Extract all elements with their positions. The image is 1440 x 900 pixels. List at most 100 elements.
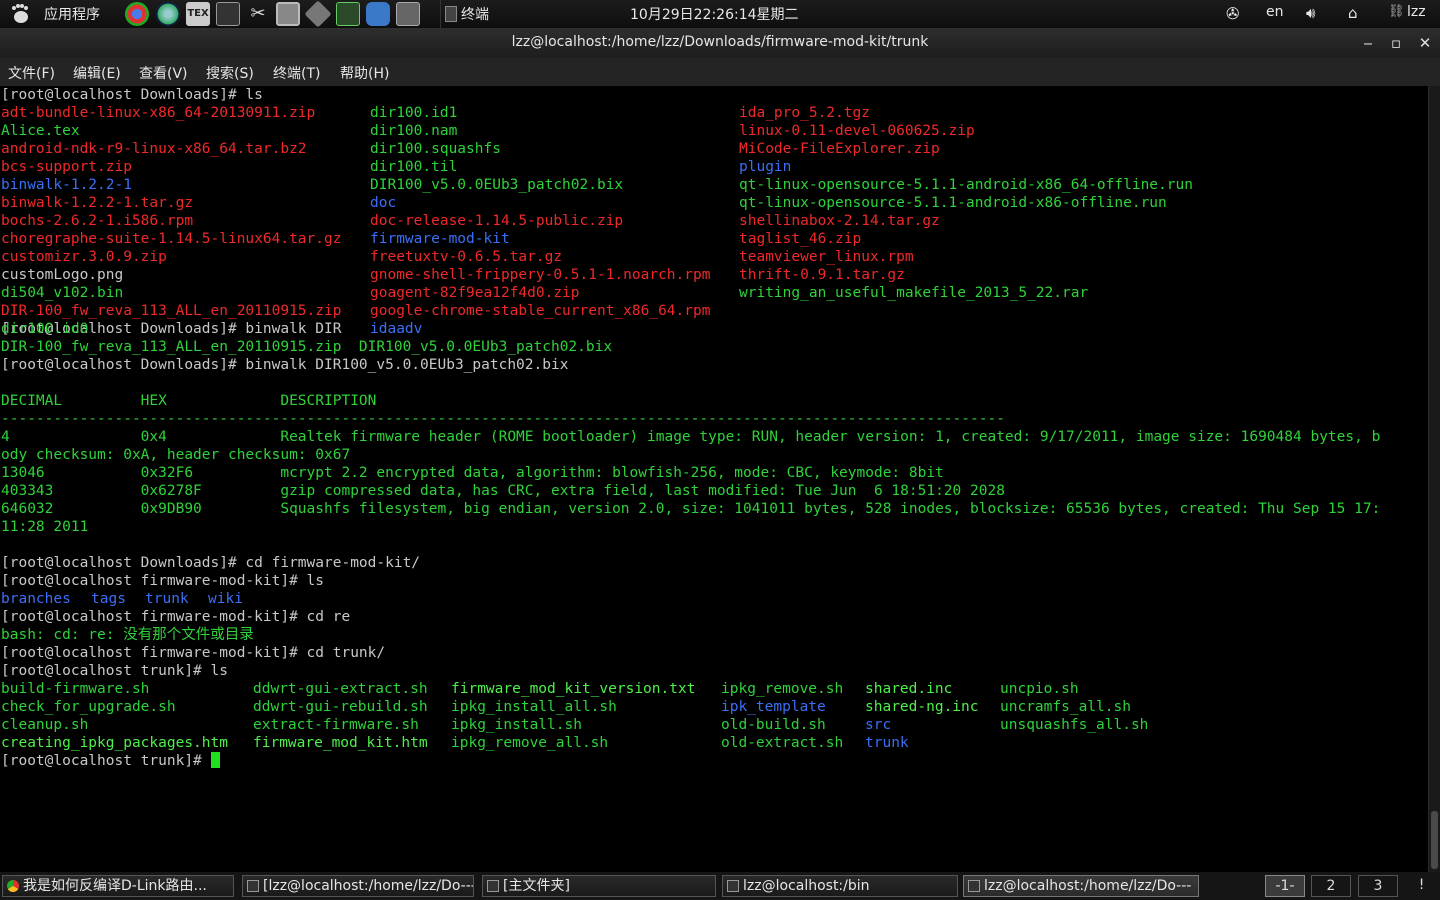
ls-entry: wiki xyxy=(208,591,243,607)
ls-entry: dir100.squashfs xyxy=(370,141,501,157)
ls-entry: qt-linux-opensource-5.1.1-android-x86-of… xyxy=(739,195,1167,211)
disk-launcher-icon[interactable] xyxy=(276,2,300,26)
taskbar-item-label: [主文件夹] xyxy=(503,878,570,894)
menu-help[interactable]: 帮助(H) xyxy=(340,63,389,83)
terminal-line: 13046 0x32F6 mcrypt 2.2 encrypted data, … xyxy=(1,465,944,481)
menu-search[interactable]: 搜索(S) xyxy=(206,63,254,83)
language-indicator[interactable]: en xyxy=(1266,4,1284,20)
terminal-line: 4 0x4 Realtek firmware header (ROME boot… xyxy=(1,429,1381,445)
terminal-line: [root@localhost trunk]# xyxy=(1,752,220,770)
terminal-line: 11:28 2011 xyxy=(1,519,89,535)
ls-entry: cleanup.sh xyxy=(1,717,89,733)
scrollbar-thumb[interactable] xyxy=(1431,811,1438,869)
screenshot-launcher-icon[interactable] xyxy=(396,2,420,26)
ls-entry: di504_v102.bin xyxy=(1,285,124,301)
ls-entry: idaadv xyxy=(370,321,423,337)
taskbar-item-label: 我是如何反编译D-Link路由... xyxy=(23,878,207,894)
ls-entry: ipkg_remove_all.sh xyxy=(451,735,609,751)
top-panel: 应用程序 TEX ✂ 终端 10月29日22:26:14星期二 ✇ en 🔊︎ … xyxy=(0,0,1440,28)
notification-icon[interactable]: ! xyxy=(1405,875,1438,897)
network-icon[interactable]: ⌂ xyxy=(1348,4,1358,22)
minimize-button[interactable]: ‒ xyxy=(1357,32,1379,54)
ls-entry: teamviewer_linux.rpm xyxy=(739,249,914,265)
menu-view[interactable]: 查看(V) xyxy=(139,63,188,83)
menu-terminal[interactable]: 终端(T) xyxy=(273,63,320,83)
ls-entry: dir100.id1 xyxy=(370,105,458,121)
term-icon xyxy=(247,880,259,892)
terminal-line: [root@localhost firmware-mod-kit]# ls xyxy=(1,573,325,589)
menu-file[interactable]: 文件(F) xyxy=(8,63,55,83)
workspace-switcher-item[interactable]: 3 xyxy=(1358,875,1398,897)
ls-entry: creating_ipkg_packages.htm xyxy=(1,735,228,751)
terminal-view[interactable]: [root@localhost Downloads]# ls [root@loca… xyxy=(0,86,1428,872)
ls-entry: DIR100_v5.0.0EUb3_patch02.bix xyxy=(370,177,624,193)
accessibility-icon[interactable]: ✇ xyxy=(1226,4,1239,23)
ls-entry: tags xyxy=(91,591,126,607)
ls-entry: linux-0.11-devel-060625.zip xyxy=(739,123,975,139)
ls-entry: shared-ng.inc xyxy=(865,699,979,715)
taskbar-item[interactable]: 我是如何反编译D-Link路由... xyxy=(2,875,234,897)
maximize-button[interactable]: ▫ xyxy=(1385,32,1407,54)
terminal-line: 646032 0x9DB90 Squashfs filesystem, big … xyxy=(1,501,1381,517)
chrome-launcher-icon[interactable] xyxy=(125,2,149,26)
terminal-scrollbar[interactable] xyxy=(1428,86,1440,872)
ls-entry: google-chrome-stable_current_x86_64.rpm xyxy=(370,303,711,319)
browser-launcher-icon[interactable] xyxy=(156,2,180,26)
taskbar-item-label: lzz@localhost:/bin xyxy=(743,878,870,894)
terminal-line: [root@localhost firmware-mod-kit]# cd tr… xyxy=(1,645,386,661)
menu-bar: 文件(F) 编辑(E) 查看(V) 搜索(S) 终端(T) 帮助(H) xyxy=(0,58,1440,86)
ls-entry: qt-linux-opensource-5.1.1-android-x86_64… xyxy=(739,177,1193,193)
ls-entry: shared.inc xyxy=(865,681,953,697)
chat-launcher-icon[interactable] xyxy=(366,2,390,26)
taskbar-item[interactable]: lzz@localhost:/home/lzz/Do--- xyxy=(963,875,1199,897)
ls-entry: firmware_mod_kit.htm xyxy=(253,735,428,751)
taskbar-item[interactable]: lzz@localhost:/bin xyxy=(722,875,958,897)
bottom-panel: 我是如何反编译D-Link路由... [lzz@localhost:/home/l… xyxy=(0,872,1440,900)
ls-entry: ipkg_remove.sh xyxy=(721,681,844,697)
term-icon xyxy=(968,880,980,892)
volume-icon[interactable]: 🔊︎ xyxy=(1306,4,1315,22)
ls-entry: uncpio.sh xyxy=(1000,681,1079,697)
scissors-launcher-icon[interactable]: ✂ xyxy=(246,2,270,26)
terminal-line: [root@localhost firmware-mod-kit]# cd re xyxy=(1,609,351,625)
terminal-task-label: 终端 xyxy=(461,7,489,23)
monitor-launcher-icon[interactable] xyxy=(336,2,360,26)
workspace-switcher-item[interactable]: -1- xyxy=(1265,875,1305,897)
taskbar-item[interactable]: [主文件夹] xyxy=(482,875,716,897)
gnome-foot-icon[interactable] xyxy=(8,3,32,25)
chrome-icon xyxy=(7,880,19,892)
ls-entry: customLogo.png xyxy=(1,267,124,283)
tex-launcher-icon[interactable]: TEX xyxy=(186,2,210,26)
window-title: lzz@localhost:/home/lzz/Downloads/firmwa… xyxy=(511,34,929,50)
terminal-line: [root@localhost Downloads]# binwalk DIR1… xyxy=(1,357,569,373)
applications-menu[interactable]: 应用程序 xyxy=(44,4,100,24)
taskbar-item[interactable]: [lzz@localhost:/home/lzz/Do--- xyxy=(242,875,474,897)
ls-entry: doc-release-1.14.5-public.zip xyxy=(370,213,624,229)
ls-entry: choregraphe-suite-1.14.5-linux64.tar.gz xyxy=(1,231,342,247)
folder-icon xyxy=(487,880,499,892)
user-name[interactable]: lzz xyxy=(1407,4,1426,20)
ls-entry: freetuxtv-0.6.5.tar.gz xyxy=(370,249,563,265)
ls-entry: old-build.sh xyxy=(721,717,826,733)
ls-entry: doc xyxy=(370,195,397,211)
ls-entry: binwalk-1.2.2-1.tar.gz xyxy=(1,195,194,211)
ls-entry: build-firmware.sh xyxy=(1,681,150,697)
ls-entry: shellinabox-2.14.tar.gz xyxy=(739,213,940,229)
terminal-app-task[interactable]: 终端 xyxy=(440,0,550,28)
ls-entry: MiCode-FileExplorer.zip xyxy=(739,141,940,157)
clock[interactable]: 10月29日22:26:14星期二 xyxy=(630,4,830,24)
diamond-launcher-icon[interactable] xyxy=(304,0,332,28)
close-button[interactable]: ✕ xyxy=(1414,32,1436,54)
ls-entry: trunk xyxy=(145,591,189,607)
ls-entry: firmware-mod-kit xyxy=(370,231,510,247)
term-icon xyxy=(727,880,739,892)
ls-entry: taglist_46.zip xyxy=(739,231,862,247)
menu-edit[interactable]: 编辑(E) xyxy=(73,63,121,83)
terminal-launcher-icon[interactable] xyxy=(216,2,240,26)
ls-entry: ipkg_install_all.sh xyxy=(451,699,617,715)
ls-entry: branches xyxy=(1,591,71,607)
user-menu-icon[interactable]: ⛓ xyxy=(1388,4,1405,19)
ls-entry: trunk xyxy=(865,735,909,751)
workspace-switcher-item[interactable]: 2 xyxy=(1311,875,1351,897)
window-titlebar[interactable]: lzz@localhost:/home/lzz/Downloads/firmwa… xyxy=(0,28,1440,58)
